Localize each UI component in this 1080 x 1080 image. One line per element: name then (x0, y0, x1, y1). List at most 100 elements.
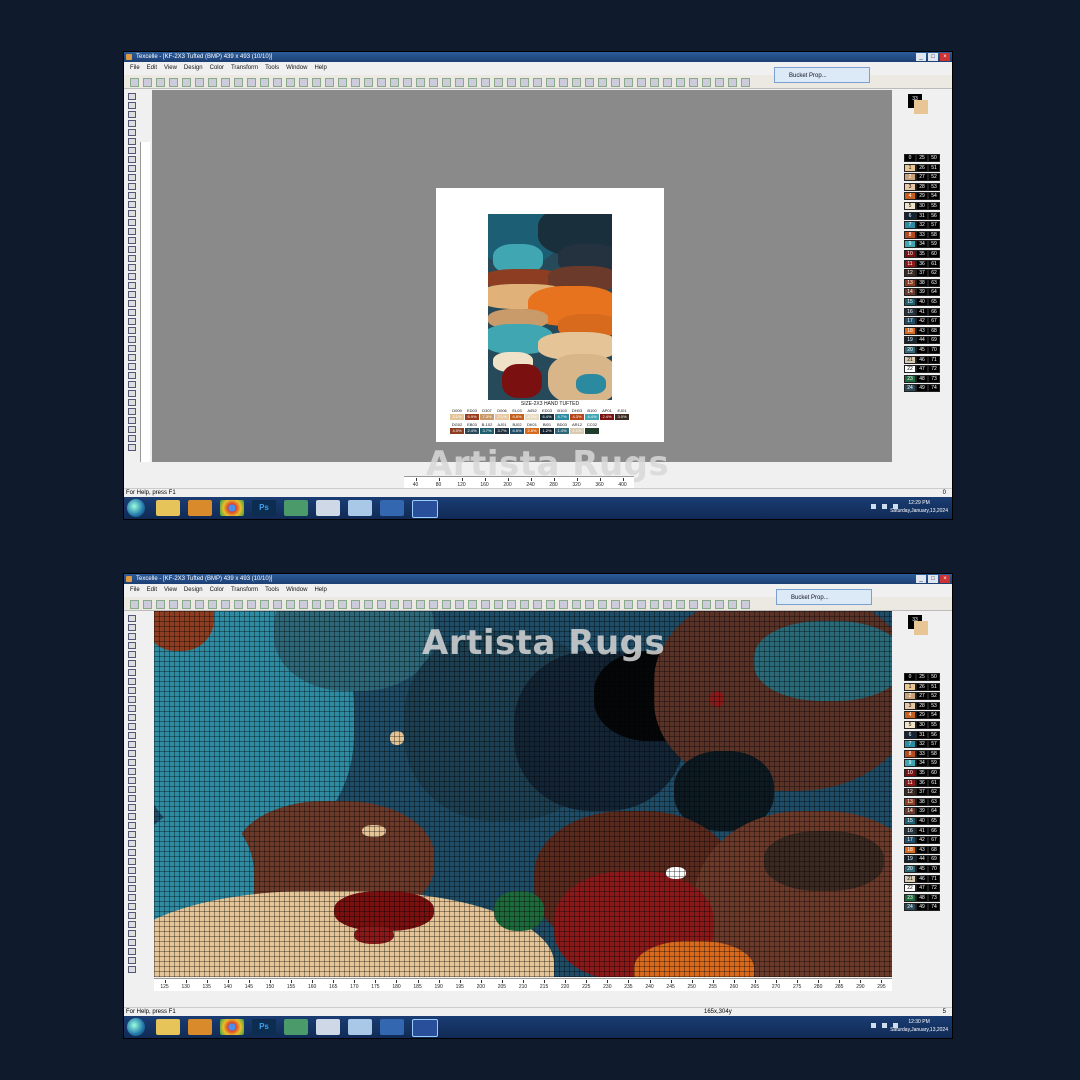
toolbar-button-icon[interactable] (286, 78, 295, 87)
toolbar-button-icon[interactable] (403, 78, 412, 87)
drawing-tool-icon[interactable] (128, 786, 136, 793)
palette-swatch[interactable]: 37 (916, 269, 928, 278)
toolbar-button-icon[interactable] (559, 600, 568, 609)
toolbar-button-icon[interactable] (182, 600, 191, 609)
picture-icon[interactable] (284, 1019, 308, 1035)
drawing-tool-icon[interactable] (128, 705, 136, 712)
palette-swatch[interactable]: 43 (916, 326, 928, 335)
palette-swatch[interactable]: 3 (904, 701, 916, 710)
palette-swatch[interactable]: 45 (916, 865, 928, 873)
drawing-tool-icon[interactable] (128, 408, 136, 415)
palette-swatch[interactable]: 68 (928, 326, 940, 335)
palette-swatch[interactable]: 26 (916, 163, 928, 172)
palette-row[interactable]: 22 47 72 (904, 365, 940, 374)
shield-icon[interactable] (380, 1019, 404, 1035)
drawing-tool-icon[interactable] (128, 624, 136, 631)
drawing-tool-icon[interactable] (128, 903, 136, 910)
palette-swatch[interactable]: 71 (928, 874, 940, 883)
palette-swatch[interactable]: 55 (928, 721, 940, 729)
toolbar-button-icon[interactable] (741, 78, 750, 87)
menu-view[interactable]: View (164, 585, 177, 596)
palette-swatch[interactable]: 20 (904, 865, 916, 873)
toolbar-button-icon[interactable] (650, 78, 659, 87)
palette-swatch[interactable]: 52 (928, 692, 940, 701)
palette-swatch[interactable]: 29 (916, 192, 928, 201)
drawing-tool-icon[interactable] (128, 633, 136, 640)
palette-row[interactable]: 8 33 58 (904, 230, 940, 239)
palette-swatch[interactable]: 2 (904, 173, 916, 182)
drawing-tool-icon[interactable] (128, 849, 136, 856)
toolbar-button-icon[interactable] (416, 78, 425, 87)
palette-swatch[interactable]: 11 (904, 778, 916, 787)
palette-row[interactable]: 20 45 70 (904, 346, 940, 354)
palette-swatch[interactable]: 33 (916, 230, 928, 239)
palette-swatch[interactable]: 0 (904, 673, 916, 681)
palette-swatch[interactable]: 28 (916, 182, 928, 191)
palette-swatch[interactable]: 48 (916, 374, 928, 383)
toolbar-button-icon[interactable] (156, 600, 165, 609)
toolbar-button-icon[interactable] (702, 78, 711, 87)
palette-swatch[interactable]: 13 (904, 278, 916, 287)
menu-design[interactable]: Design (184, 63, 203, 74)
palette-swatch[interactable]: 66 (928, 307, 940, 316)
notepad-icon[interactable] (348, 500, 372, 516)
toolbar-button-icon[interactable] (494, 600, 503, 609)
palette-swatch[interactable]: 74 (928, 384, 940, 393)
toolbar-button-icon[interactable] (351, 78, 360, 87)
palette-swatch[interactable]: 10 (904, 250, 916, 258)
toolbar-button-icon[interactable] (273, 78, 282, 87)
palette-swatch[interactable]: 17 (904, 836, 916, 845)
toolbar-button-icon[interactable] (637, 78, 646, 87)
toolbar-button-icon[interactable] (559, 78, 568, 87)
network-icon[interactable] (893, 504, 898, 509)
palette-swatch[interactable]: 41 (916, 307, 928, 316)
drawing-tool-icon[interactable] (128, 345, 136, 352)
toolbar-button-icon[interactable] (182, 78, 191, 87)
palette-swatch[interactable]: 61 (928, 259, 940, 268)
tray-arrow-icon[interactable] (871, 1023, 876, 1028)
palette-swatch[interactable]: 5 (904, 721, 916, 729)
palette-swatch[interactable]: 50 (928, 673, 940, 681)
toolbar-button-icon[interactable] (715, 78, 724, 87)
palette-swatch[interactable]: 8 (904, 749, 916, 758)
palette-row[interactable]: 1 26 51 (904, 682, 940, 691)
toolbar-button-icon[interactable] (234, 78, 243, 87)
palette-swatch[interactable]: 28 (916, 701, 928, 710)
palette-swatch[interactable]: 51 (928, 163, 940, 172)
palette-row[interactable]: 13 38 63 (904, 797, 940, 806)
drawing-tool-icon[interactable] (128, 768, 136, 775)
drawing-tool-icon[interactable] (128, 894, 136, 901)
drawing-tool-icon[interactable] (128, 939, 136, 946)
drawing-tool-icon[interactable] (128, 948, 136, 955)
palette-swatch[interactable]: 39 (916, 288, 928, 297)
media-player-icon[interactable] (188, 500, 212, 516)
toolbar-button-icon[interactable] (247, 600, 256, 609)
palette-row[interactable]: 1 26 51 (904, 163, 940, 172)
palette-swatch[interactable]: 43 (916, 845, 928, 854)
maximize-icon[interactable]: □ (928, 53, 938, 61)
palette-swatch[interactable]: 53 (928, 701, 940, 710)
palette-swatch[interactable]: 30 (916, 202, 928, 210)
toolbar-button-icon[interactable] (169, 78, 178, 87)
palette-swatch[interactable]: 7 (904, 740, 916, 749)
toolbar-button-icon[interactable] (572, 78, 581, 87)
palette-swatch[interactable]: 64 (928, 807, 940, 816)
toolbar-button-icon[interactable] (520, 78, 529, 87)
toolbar-button-icon[interactable] (637, 600, 646, 609)
toolbar-button-icon[interactable] (429, 78, 438, 87)
palette-swatch[interactable]: 69 (928, 855, 940, 864)
palette-swatch[interactable]: 23 (904, 893, 916, 902)
palette-row[interactable]: 6 31 56 (904, 730, 940, 739)
palette-swatch[interactable]: 12 (904, 269, 916, 278)
menu-tools[interactable]: Tools (265, 585, 279, 596)
tray-arrow-icon[interactable] (871, 504, 876, 509)
drawing-tool-icon[interactable] (128, 363, 136, 370)
palette-swatch[interactable]: 54 (928, 711, 940, 720)
maximize-icon[interactable]: □ (928, 575, 938, 583)
toolbar-button-icon[interactable] (312, 78, 321, 87)
palette-swatch[interactable]: 15 (904, 817, 916, 825)
palette-swatch[interactable]: 72 (928, 884, 940, 893)
drawing-tool-icon[interactable] (128, 327, 136, 334)
palette-swatch[interactable]: 25 (916, 154, 928, 162)
drawing-tool-icon[interactable] (128, 867, 136, 874)
